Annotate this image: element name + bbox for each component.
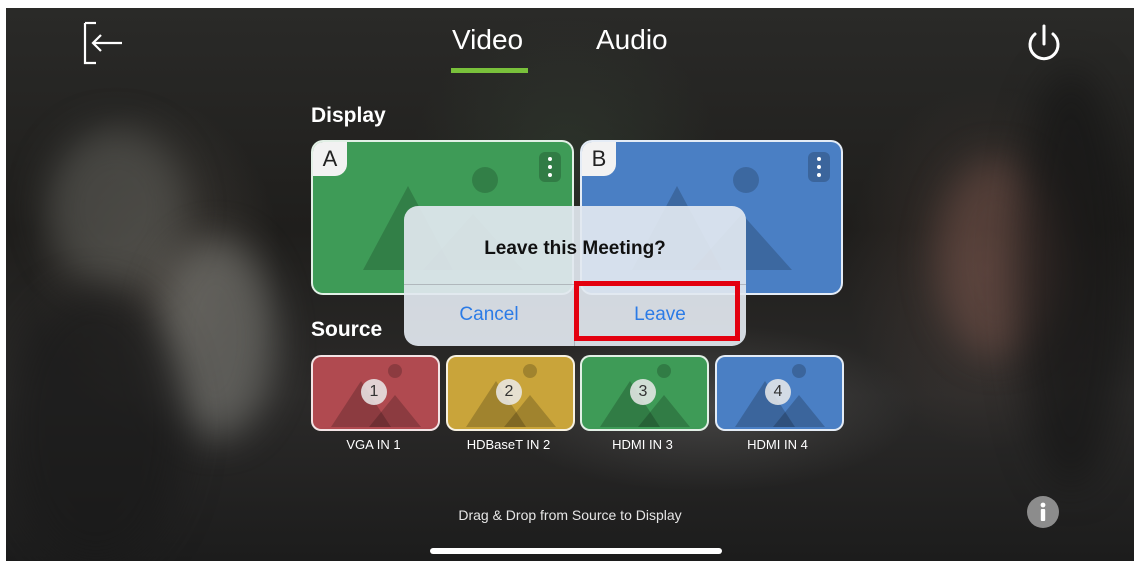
app-screen: Video Audio Display A B Source 1 2 3 4 V… — [6, 8, 1134, 561]
source-tile-4[interactable]: 4 — [715, 355, 844, 431]
info-icon — [1040, 502, 1046, 521]
source-tile-3[interactable]: 3 — [580, 355, 709, 431]
drag-drop-hint: Drag & Drop from Source to Display — [458, 507, 682, 523]
power-button[interactable] — [1022, 22, 1066, 66]
leave-highlight-annotation — [574, 281, 740, 341]
source-section-title: Source — [311, 318, 383, 341]
display-letter-badge: A — [313, 142, 347, 176]
background-person — [46, 128, 186, 288]
source-number-badge: 2 — [496, 379, 522, 405]
source-tile-2[interactable]: 2 — [446, 355, 575, 431]
dialog-title: Leave this Meeting? — [484, 238, 666, 259]
display-b-menu-button[interactable] — [808, 152, 830, 182]
source-number-badge: 1 — [361, 379, 387, 405]
display-letter-badge: B — [582, 142, 616, 176]
source-label-2: HDBaseT IN 2 — [466, 437, 551, 452]
source-label-1: VGA IN 1 — [346, 437, 401, 452]
source-number-badge: 3 — [630, 379, 656, 405]
back-arrow-icon — [83, 21, 122, 65]
display-a-menu-button[interactable] — [539, 152, 561, 182]
source-label-3: HDMI IN 3 — [612, 437, 673, 452]
tab-video[interactable]: Video — [452, 24, 523, 56]
source-tile-1[interactable]: 1 — [311, 355, 440, 431]
active-tab-indicator — [451, 68, 528, 73]
home-indicator[interactable] — [430, 548, 722, 554]
top-bar: Video Audio — [6, 8, 1134, 88]
cancel-button[interactable]: Cancel — [404, 284, 574, 346]
tab-audio[interactable]: Audio — [596, 24, 668, 56]
source-number-badge: 4 — [765, 379, 791, 405]
background-chair — [1016, 68, 1126, 488]
info-button[interactable] — [1027, 496, 1059, 528]
power-icon — [1028, 24, 1060, 61]
back-button[interactable] — [82, 20, 126, 66]
display-section-title: Display — [311, 104, 386, 127]
source-label-4: HDMI IN 4 — [747, 437, 808, 452]
